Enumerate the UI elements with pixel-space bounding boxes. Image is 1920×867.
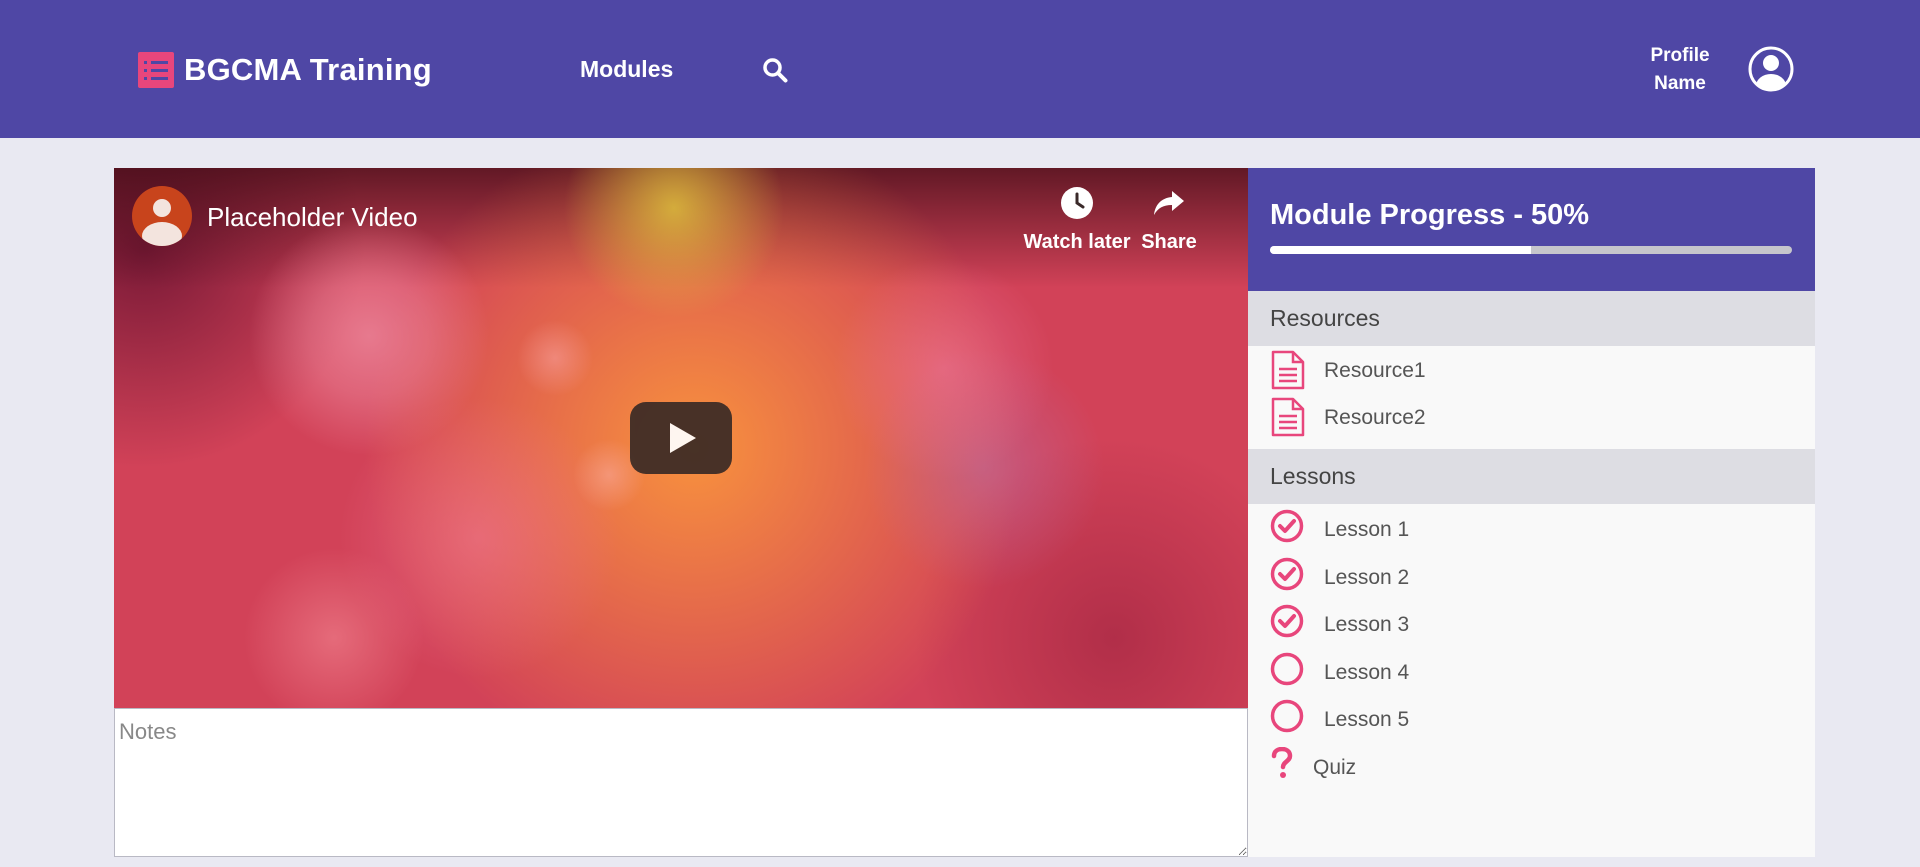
check-circle-icon bbox=[1270, 604, 1304, 638]
video-title[interactable]: Placeholder Video bbox=[207, 202, 418, 233]
share-arrow-icon bbox=[1154, 191, 1184, 215]
channel-avatar[interactable] bbox=[132, 186, 192, 246]
notes-field[interactable] bbox=[114, 708, 1248, 857]
watch-later-button[interactable]: Watch later bbox=[1022, 186, 1132, 254]
lessons-heading: Lessons bbox=[1248, 449, 1815, 504]
lesson-item[interactable]: Lesson 5 bbox=[1248, 697, 1815, 741]
document-icon bbox=[1271, 397, 1305, 437]
progress-bar bbox=[1270, 246, 1792, 254]
progress-bar-fill bbox=[1270, 246, 1531, 254]
resource-label: Resource2 bbox=[1324, 406, 1426, 429]
nav-modules-link[interactable]: Modules bbox=[580, 56, 673, 83]
check-circle-icon bbox=[1270, 509, 1304, 543]
brand-logo-link[interactable]: BGCMA Training bbox=[138, 52, 432, 88]
document-icon bbox=[1271, 350, 1305, 390]
lesson-label: Lesson 5 bbox=[1324, 708, 1410, 731]
profile-name-line1: Profile bbox=[1650, 45, 1710, 66]
lesson-item[interactable]: Lesson 2 bbox=[1248, 555, 1815, 599]
module-progress-title: Module Progress - 50% bbox=[1270, 199, 1590, 231]
search-icon[interactable] bbox=[762, 57, 788, 83]
resource-label: Resource1 bbox=[1324, 359, 1426, 382]
lesson-label: Lesson 4 bbox=[1324, 661, 1410, 684]
top-navbar: BGCMA Training Modules Profile Name bbox=[0, 0, 1920, 138]
empty-circle-icon bbox=[1270, 699, 1304, 733]
share-button[interactable]: Share bbox=[1134, 186, 1204, 254]
check-circle-icon bbox=[1270, 557, 1304, 591]
module-progress-header: Module Progress - 50% bbox=[1248, 168, 1815, 291]
lesson-item[interactable]: Lesson 4 bbox=[1248, 650, 1815, 694]
lesson-label: Lesson 3 bbox=[1324, 613, 1410, 636]
resources-heading: Resources bbox=[1248, 291, 1815, 346]
profile-name-line2: Name bbox=[1654, 73, 1706, 94]
watch-later-label: Watch later bbox=[1023, 231, 1131, 253]
module-sidebar: Module Progress - 50% Resources Resource… bbox=[1248, 168, 1815, 857]
play-button[interactable] bbox=[630, 402, 732, 474]
clock-icon bbox=[1061, 187, 1093, 219]
user-avatar-icon[interactable] bbox=[1748, 46, 1794, 92]
profile-name-link[interactable]: Profile Name bbox=[1630, 42, 1730, 98]
lesson-item[interactable]: Lesson 3 bbox=[1248, 602, 1815, 646]
video-player[interactable]: Placeholder Video Watch later Share bbox=[114, 168, 1248, 708]
empty-circle-icon bbox=[1270, 652, 1304, 686]
lesson-item[interactable]: Lesson 1 bbox=[1248, 507, 1815, 551]
lesson-label: Lesson 1 bbox=[1324, 518, 1410, 541]
play-icon bbox=[670, 423, 696, 453]
quiz-item[interactable]: Quiz bbox=[1248, 745, 1815, 789]
list-icon bbox=[138, 52, 174, 88]
share-label: Share bbox=[1141, 231, 1197, 253]
brand-title: BGCMA Training bbox=[184, 52, 432, 87]
quiz-label: Quiz bbox=[1313, 756, 1357, 779]
resource-item[interactable]: Resource1 bbox=[1248, 348, 1815, 392]
question-mark-icon bbox=[1271, 747, 1293, 778]
resource-item[interactable]: Resource2 bbox=[1248, 395, 1815, 439]
lesson-label: Lesson 2 bbox=[1324, 566, 1410, 589]
